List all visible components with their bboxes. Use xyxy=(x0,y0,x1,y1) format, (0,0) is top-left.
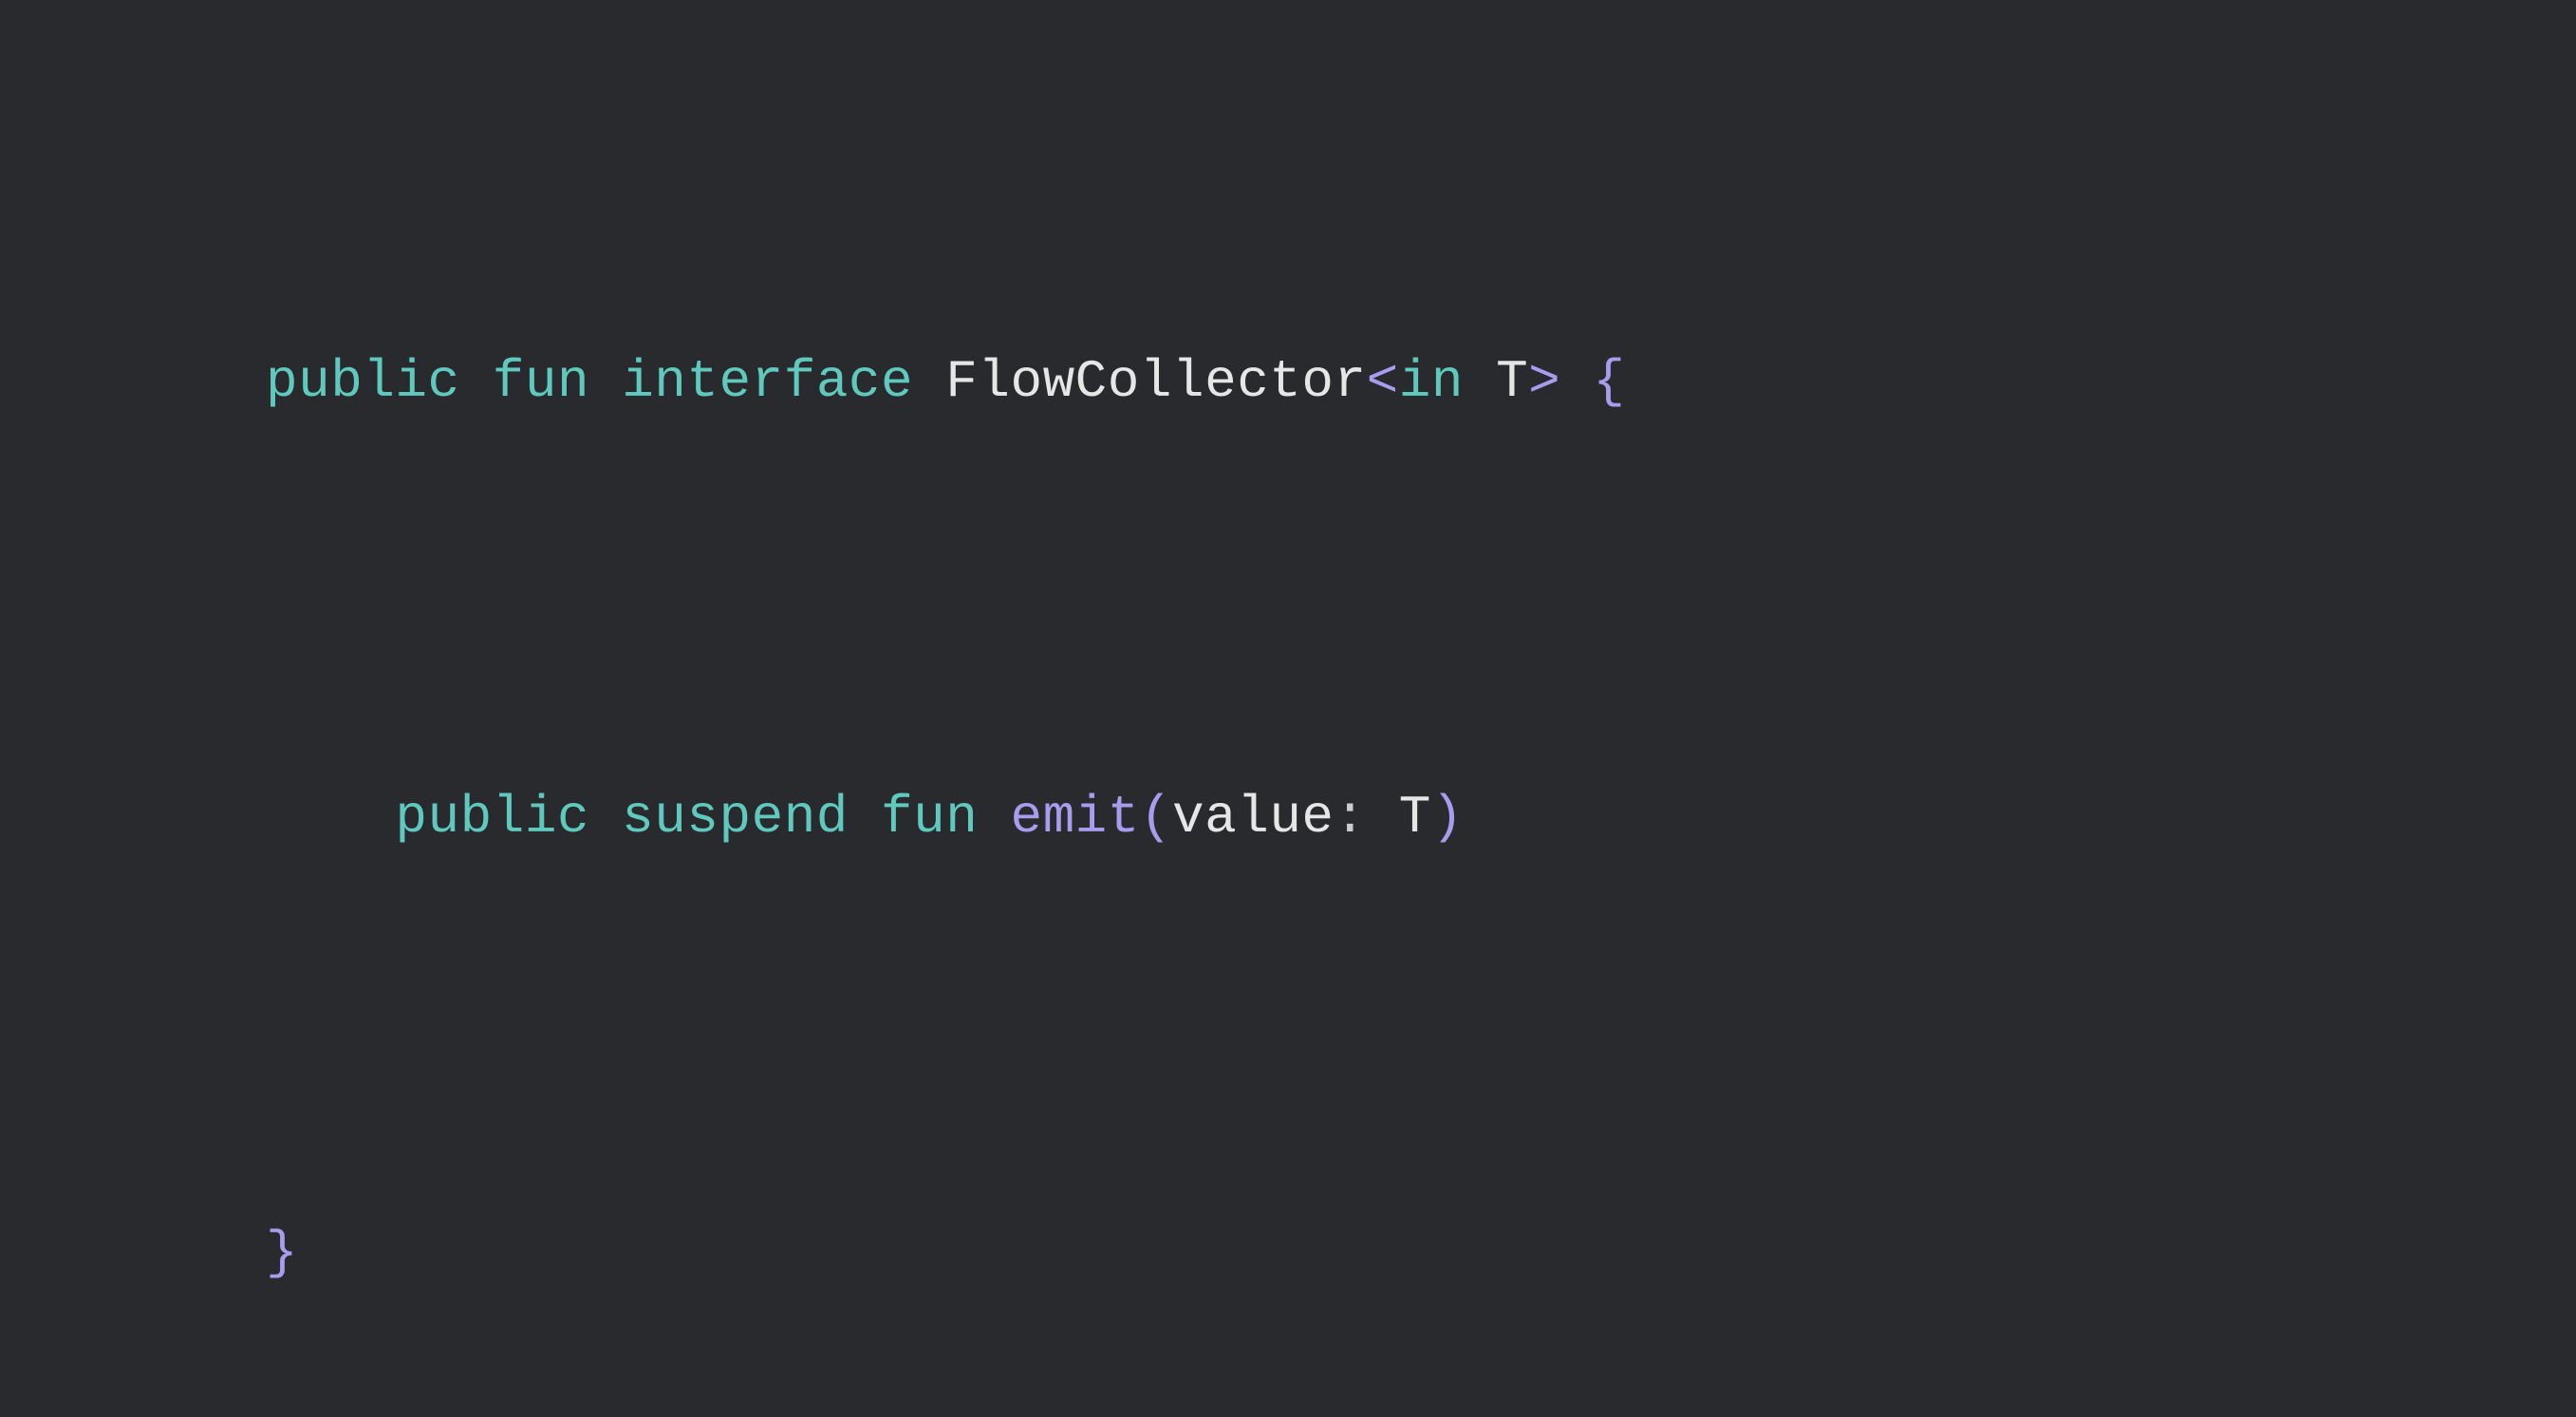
keyword-interface: interface xyxy=(622,351,913,412)
code-line-2: public suspend fun emit(value: T) xyxy=(266,763,2576,872)
brace-close: } xyxy=(266,1222,298,1283)
space xyxy=(589,351,622,412)
code-line-3: } xyxy=(266,1199,2576,1308)
param-type: T xyxy=(1399,787,1431,848)
space xyxy=(460,351,493,412)
space xyxy=(849,787,881,848)
space xyxy=(978,787,1010,848)
function-name: emit xyxy=(1010,787,1139,848)
indent xyxy=(266,787,395,848)
keyword-fun: fun xyxy=(881,787,978,848)
blank-line xyxy=(266,545,2576,654)
keyword-public: public xyxy=(266,351,460,412)
code-line-1: public fun interface FlowCollector<in T>… xyxy=(266,327,2576,437)
type-name: FlowCollector xyxy=(945,351,1366,412)
paren-close: ) xyxy=(1431,787,1464,848)
space xyxy=(589,787,622,848)
keyword-fun: fun xyxy=(493,351,589,412)
colon: : xyxy=(1335,787,1367,848)
blank-line xyxy=(266,981,2576,1091)
space xyxy=(1367,787,1399,848)
keyword-suspend: suspend xyxy=(622,787,849,848)
brace-open: { xyxy=(1593,351,1625,412)
space xyxy=(1464,351,1496,412)
keyword-in: in xyxy=(1399,351,1464,412)
space xyxy=(1560,351,1593,412)
paren-open: ( xyxy=(1140,787,1172,848)
keyword-public: public xyxy=(395,787,589,848)
code-block: public fun interface FlowCollector<in T>… xyxy=(0,0,2576,1417)
angle-open: < xyxy=(1367,351,1399,412)
param-name: value xyxy=(1172,787,1335,848)
angle-close: > xyxy=(1528,351,1560,412)
space xyxy=(913,351,945,412)
type-param: T xyxy=(1496,351,1528,412)
